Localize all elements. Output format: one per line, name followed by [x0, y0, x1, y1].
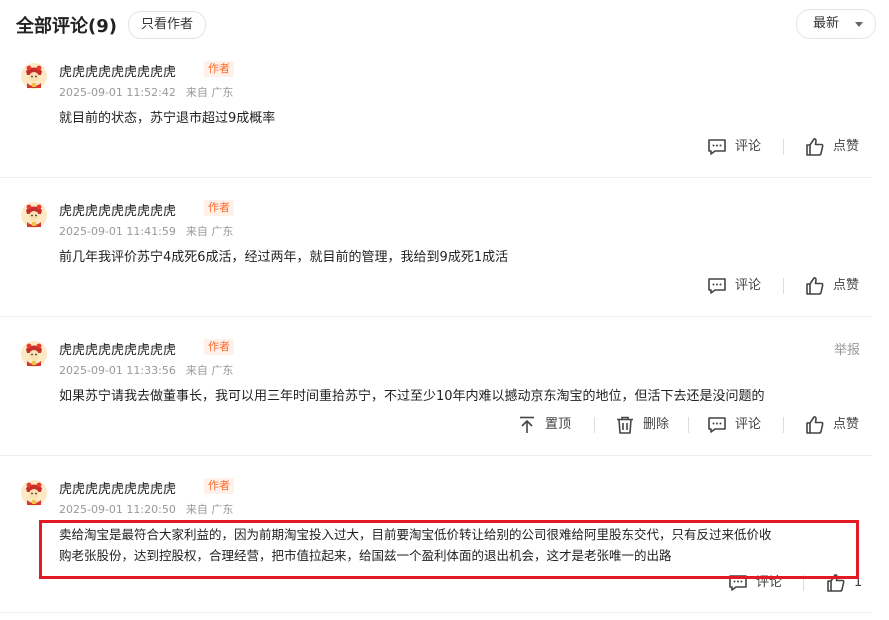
pin-top-icon — [517, 415, 537, 435]
like-label: 点赞 — [833, 139, 860, 154]
comment-icon — [707, 415, 727, 435]
author-badge: 作者 — [204, 339, 234, 355]
comment-location: 来自 广东 — [185, 364, 234, 377]
action-separator — [783, 278, 784, 294]
pin-label: 置顶 — [545, 417, 572, 432]
like-label: 点赞 — [833, 278, 860, 293]
comment-content: 如果苏宁请我去做董事长，我可以用三年时间重拾苏宁，不过至少10年内难以撼动京东淘… — [59, 389, 765, 404]
comment-icon — [707, 276, 727, 296]
comment-time: 2025-09-01 11:41:59 — [59, 225, 176, 238]
like-label: 点赞 — [833, 417, 860, 432]
comment-divider — [0, 316, 872, 317]
comment-content: 就目前的状态，苏宁退市超过9成概率 — [59, 111, 276, 126]
comment-author-name[interactable]: 虎虎虎虎虎虎虎虎虎 — [59, 478, 176, 497]
thumbs-up-icon — [805, 276, 825, 296]
sort-dropdown[interactable]: 最新 — [796, 9, 876, 39]
comment-icon — [707, 137, 727, 157]
sort-label: 最新 — [813, 16, 840, 31]
comment-time: 2025-09-01 11:33:56 — [59, 364, 176, 377]
avatar[interactable] — [20, 479, 48, 507]
comments-title: 全部评论(9) — [16, 16, 117, 37]
delete-label: 删除 — [643, 417, 670, 432]
action-separator — [783, 417, 784, 433]
comment-actions: 置顶 删除 评论 点赞 — [0, 413, 889, 437]
avatar[interactable] — [20, 340, 48, 368]
comment-meta: 2025-09-01 11:33:56 来自 广东 — [59, 362, 233, 378]
author-badge: 作者 — [204, 61, 234, 77]
comment-actions: 评论 点赞 — [0, 135, 889, 159]
comments-header: 全部评论(9) 只看作者 最新 — [0, 0, 889, 50]
comment-meta: 2025-09-01 11:20:50 来自 广东 — [59, 501, 233, 517]
report-button[interactable]: 举报 — [834, 339, 860, 358]
comment-location: 来自 广东 — [185, 86, 234, 99]
comment-time: 2025-09-01 11:20:50 — [59, 503, 176, 516]
action-separator — [594, 417, 595, 433]
comment-meta: 2025-09-01 11:41:59 来自 广东 — [59, 223, 233, 239]
comment-divider — [0, 177, 872, 178]
comment-time: 2025-09-01 11:52:42 — [59, 86, 176, 99]
comment-content: 前几年我评价苏宁4成死6成活，经过两年，就目前的管理，我给到9成死1成活 — [59, 250, 509, 265]
highlight-box — [39, 520, 859, 579]
author-badge: 作者 — [204, 200, 234, 216]
comment-meta: 2025-09-01 11:52:42 来自 广东 — [59, 84, 233, 100]
action-separator — [783, 139, 784, 155]
comment-author-name[interactable]: 虎虎虎虎虎虎虎虎虎 — [59, 61, 176, 80]
comment-reply-label: 评论 — [735, 139, 762, 154]
thumbs-up-icon — [805, 415, 825, 435]
comment-divider — [0, 455, 872, 456]
comment-author-name[interactable]: 虎虎虎虎虎虎虎虎虎 — [59, 339, 176, 358]
thumbs-up-icon — [805, 137, 825, 157]
comment-location: 来自 广东 — [185, 225, 234, 238]
caret-down-icon — [855, 22, 863, 27]
comment-reply-label: 评论 — [735, 417, 762, 432]
comment-actions: 评论 点赞 — [0, 274, 889, 298]
trash-icon — [615, 415, 635, 435]
comment-author-name[interactable]: 虎虎虎虎虎虎虎虎虎 — [59, 200, 176, 219]
avatar[interactable] — [20, 201, 48, 229]
comment-divider — [0, 612, 872, 613]
avatar[interactable] — [20, 62, 48, 90]
comment-reply-label: 评论 — [735, 278, 762, 293]
only-author-button[interactable]: 只看作者 — [128, 11, 207, 39]
author-badge: 作者 — [204, 478, 234, 494]
action-separator — [688, 417, 689, 433]
comment-location: 来自 广东 — [185, 503, 234, 516]
